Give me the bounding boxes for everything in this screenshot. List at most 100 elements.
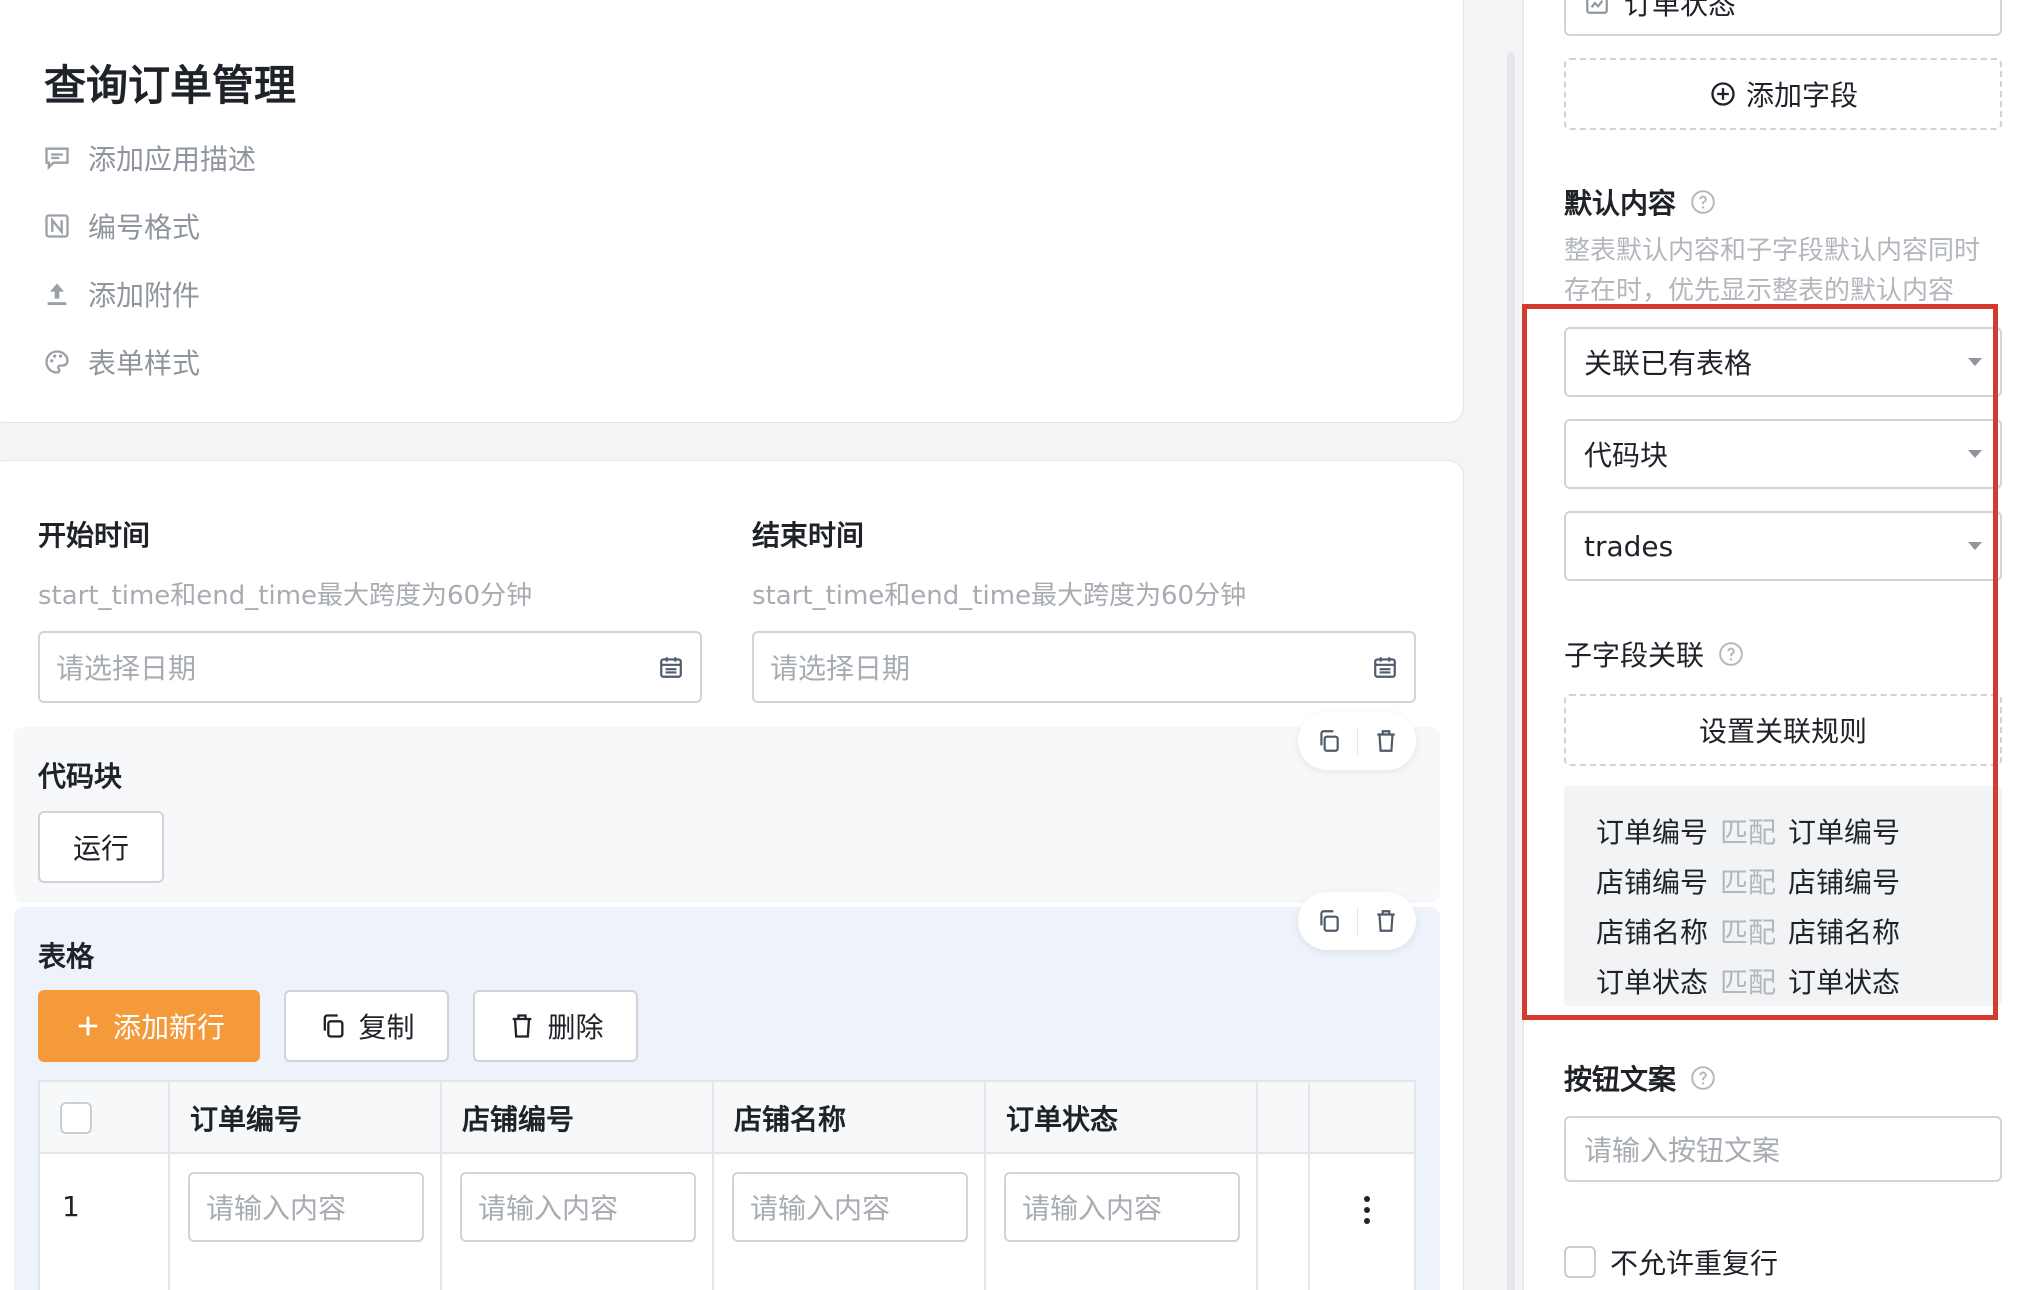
page-title: 查询订单管理 xyxy=(44,61,297,110)
sub-field-relation-label: 子字段关联 xyxy=(1564,634,1744,674)
more-vertical-icon[interactable] xyxy=(1352,1190,1382,1230)
subform-table: 订单编号 店铺编号 店铺名称 订单状态 1 请输入内容 请输入内容 请输入内容 … xyxy=(38,1080,1416,1290)
trash-icon[interactable] xyxy=(1373,908,1399,934)
palette-icon xyxy=(42,347,72,377)
column-divider xyxy=(1256,1082,1258,1290)
column-header: 店铺编号 xyxy=(462,1103,575,1136)
no-duplicate-label: 不允许重复行 xyxy=(1610,1247,1779,1280)
column-divider xyxy=(168,1082,170,1290)
trash-icon[interactable] xyxy=(1373,728,1399,754)
field-mapping-list: 订单编号 匹配 订单编号 店铺编号 匹配 店铺编号 店铺名称 匹配 店铺名称 订… xyxy=(1564,786,2002,1006)
column-header: 订单状态 xyxy=(1006,1103,1119,1136)
upload-icon xyxy=(42,279,72,309)
source-type-select[interactable]: 关联已有表格 xyxy=(1564,327,2002,397)
help-icon[interactable] xyxy=(1718,641,1744,667)
number-format-label: 编号格式 xyxy=(88,211,201,244)
subfield-item[interactable]: 订单状态 xyxy=(1564,0,2002,36)
caret-down-icon xyxy=(1968,358,1982,366)
number-format-icon xyxy=(42,211,72,241)
add-description-link[interactable]: 添加应用描述 xyxy=(42,138,256,178)
select-value: 关联已有表格 xyxy=(1584,347,1753,380)
end-time-label: 结束时间 xyxy=(752,519,865,552)
caret-down-icon xyxy=(1968,450,1982,458)
mapping-match-word: 匹配 xyxy=(1720,866,1777,899)
comment-icon xyxy=(42,143,72,173)
calendar-icon xyxy=(660,657,682,678)
table-block-title: 表格 xyxy=(38,940,95,973)
mapping-target: 店铺名称 xyxy=(1788,916,1901,949)
text-field-icon xyxy=(1584,0,1610,16)
delete-button[interactable]: 删除 xyxy=(473,990,638,1062)
order-no-cell-input[interactable]: 请输入内容 xyxy=(188,1172,424,1242)
help-icon[interactable] xyxy=(1690,1065,1716,1091)
shop-name-cell-input[interactable]: 请输入内容 xyxy=(732,1172,968,1242)
end-date-placeholder: 请选择日期 xyxy=(770,652,911,685)
add-attachment-link[interactable]: 添加附件 xyxy=(42,274,200,314)
plus-circle-icon xyxy=(1708,79,1738,109)
mapping-target: 订单编号 xyxy=(1788,816,1901,849)
start-time-label: 开始时间 xyxy=(38,519,151,552)
mapping-row: 订单状态 匹配 订单状态 xyxy=(1596,956,1970,1006)
row-number: 1 xyxy=(62,1190,80,1223)
select-value: trades xyxy=(1584,529,1674,563)
help-icon[interactable] xyxy=(1690,189,1716,215)
select-value: 代码块 xyxy=(1584,439,1669,472)
canvas-scrollbar[interactable] xyxy=(1507,52,1515,1290)
table-row: 1 请输入内容 请输入内容 请输入内容 请输入内容 xyxy=(40,1154,1414,1264)
form-style-label: 表单样式 xyxy=(88,347,201,380)
source-component-select[interactable]: 代码块 xyxy=(1564,419,2002,489)
default-content-desc: 整表默认内容和子字段默认内容同时存在时，优先显示整表的默认内容 xyxy=(1564,236,1981,306)
copy-icon xyxy=(318,1011,348,1041)
column-header: 店铺名称 xyxy=(734,1103,847,1136)
mapping-row: 店铺编号 匹配 店铺编号 xyxy=(1596,856,1970,906)
table-header-row: 订单编号 店铺编号 店铺名称 订单状态 xyxy=(40,1082,1414,1154)
property-panel: 订单状态 添加字段 默认内容 整表默认内容和子字段默认内容同时存在时，优先显示整… xyxy=(1522,0,2018,1290)
checkbox[interactable] xyxy=(1564,1246,1596,1278)
mapping-match-word: 匹配 xyxy=(1720,816,1777,849)
start-date-placeholder: 请选择日期 xyxy=(56,652,197,685)
form-style-link[interactable]: 表单样式 xyxy=(42,342,200,382)
start-date-input[interactable]: 请选择日期 xyxy=(38,631,702,703)
column-header: 订单编号 xyxy=(190,1103,303,1136)
mapping-target: 订单状态 xyxy=(1788,966,1901,999)
shop-no-cell-input[interactable]: 请输入内容 xyxy=(460,1172,696,1242)
run-button[interactable]: 运行 xyxy=(38,811,164,883)
calendar-icon xyxy=(1374,657,1396,678)
copy-icon[interactable] xyxy=(1316,728,1342,754)
caret-down-icon xyxy=(1968,542,1982,550)
add-row-button[interactable]: 添加新行 xyxy=(38,990,260,1062)
end-time-hint: start_time和end_time最大跨度为60分钟 xyxy=(752,581,1247,611)
mapping-source: 店铺编号 xyxy=(1596,866,1709,899)
column-divider xyxy=(984,1082,986,1290)
set-relation-rule-button[interactable]: 设置关联规则 xyxy=(1564,694,2002,766)
mapping-row: 订单编号 匹配 订单编号 xyxy=(1596,806,1970,856)
mapping-source: 订单编号 xyxy=(1596,816,1709,849)
copy-icon[interactable] xyxy=(1316,908,1342,934)
code-block-component[interactable]: 代码块 xyxy=(14,727,1440,903)
sub-field-relation-text: 子字段关联 xyxy=(1564,639,1705,672)
mapping-source: 订单状态 xyxy=(1596,966,1709,999)
mapping-row: 店铺名称 匹配 店铺名称 xyxy=(1596,906,1970,956)
subfield-item-label: 订单状态 xyxy=(1624,0,1737,21)
mapping-match-word: 匹配 xyxy=(1720,916,1777,949)
toolbar-divider xyxy=(1356,727,1358,755)
button-text-input[interactable]: 请输入按钮文案 xyxy=(1564,1116,2002,1182)
add-row-label: 添加新行 xyxy=(112,1011,225,1044)
add-field-button[interactable]: 添加字段 xyxy=(1564,58,2002,130)
table-block-toolbar xyxy=(1298,892,1416,950)
column-divider xyxy=(712,1082,714,1290)
order-status-cell-input[interactable]: 请输入内容 xyxy=(1004,1172,1240,1242)
default-content-label: 默认内容 xyxy=(1564,182,1716,222)
copy-button[interactable]: 复制 xyxy=(284,990,449,1062)
number-format-link[interactable]: 编号格式 xyxy=(42,206,200,246)
copy-label: 复制 xyxy=(358,1011,415,1044)
column-divider xyxy=(1308,1082,1310,1290)
add-description-label: 添加应用描述 xyxy=(88,143,257,176)
no-duplicate-checkbox[interactable]: 不允许重复行 xyxy=(1564,1242,1778,1282)
button-text-label: 按钮文案 xyxy=(1564,1058,1716,1098)
start-time-hint: start_time和end_time最大跨度为60分钟 xyxy=(38,581,533,611)
end-date-input[interactable]: 请选择日期 xyxy=(752,631,1416,703)
code-block-toolbar xyxy=(1298,712,1416,770)
source-table-select[interactable]: trades xyxy=(1564,511,2002,581)
select-all-checkbox[interactable] xyxy=(60,1102,92,1134)
